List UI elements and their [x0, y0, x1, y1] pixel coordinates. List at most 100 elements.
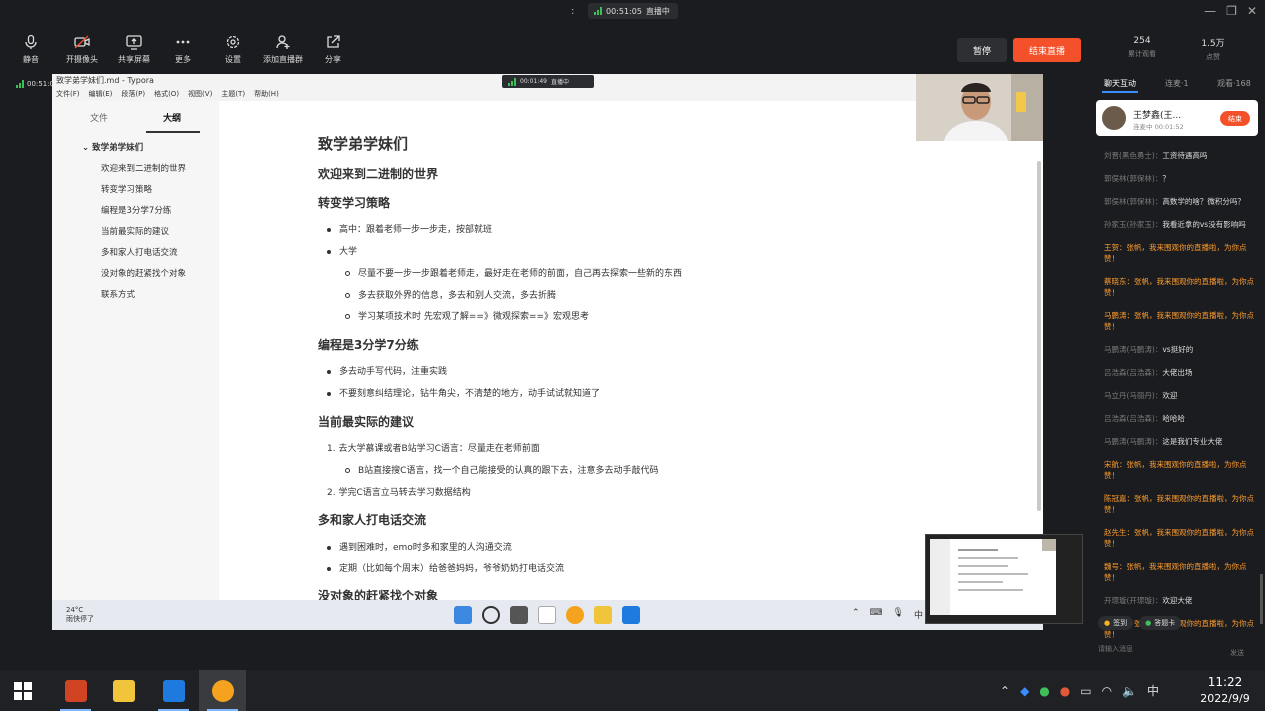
doc-list-item: 遇到困难时，emo时多和家里的人沟通交流 [327, 540, 512, 553]
inner-live-status: 直播中 [550, 79, 569, 86]
settings-button[interactable]: 设置 [208, 34, 258, 65]
file-explorer-app[interactable] [100, 670, 147, 711]
menu-dot[interactable]: : [571, 6, 574, 17]
more-button[interactable]: 更多 [158, 34, 208, 65]
restore-icon[interactable]: ❐ [1226, 4, 1237, 18]
doc-scrollbar[interactable] [1037, 161, 1041, 511]
outline-item[interactable]: 编程是3分学7分练 [82, 204, 186, 216]
chat-author[interactable]: 马鹏涛(马鹏涛)： [1104, 437, 1162, 446]
chat-author[interactable]: 赵先生： [1104, 528, 1134, 537]
feishu-icon[interactable] [622, 606, 640, 624]
powerpoint-app[interactable] [52, 670, 99, 711]
outline-item[interactable]: 多和家人打电话交流 [82, 246, 186, 258]
minimize-icon[interactable]: — [1204, 4, 1216, 18]
pause-button[interactable]: 暂停 [957, 38, 1007, 62]
camera-off-icon [74, 35, 90, 49]
document-editor[interactable]: 致学弟学妹们 欢迎来到二进制的世界 转变学习策略 高中：跟着老师一步一步走，按部… [219, 101, 1043, 603]
chat-input[interactable]: 请输入消息 [1098, 644, 1133, 654]
chevron-up-icon[interactable]: ⌃ [852, 608, 860, 621]
outline-tree: ⌄ 致学弟学妹们 欢迎来到二进制的世界 转变学习策略 编程是3分学7分练 当前最… [82, 141, 186, 309]
windows-start-icon[interactable] [14, 682, 32, 700]
chat-author[interactable]: 吕浩森(吕浩森)： [1104, 368, 1162, 377]
typora-icon[interactable] [538, 606, 556, 624]
windows-start-icon[interactable] [454, 606, 472, 624]
menu-help[interactable]: 帮助(H) [254, 87, 279, 101]
add-group-button[interactable]: 添加直播群 [258, 34, 308, 65]
outline-item[interactable]: 欢迎来到二进制的世界 [82, 162, 186, 174]
chat-text: 欢迎大佬 [1162, 596, 1193, 605]
chat-message: 王贺：张帆，我来围观你的直播啦，为你点赞！ [1104, 242, 1260, 264]
feishu-app[interactable] [150, 670, 197, 711]
keyboard-icon[interactable]: ⌨ [870, 608, 883, 621]
window-controls: — ❐ ✕ [1204, 4, 1257, 18]
live-app[interactable] [199, 670, 246, 711]
menu-edit[interactable]: 编辑(E) [89, 87, 113, 101]
outline-item[interactable]: 联系方式 [82, 288, 186, 300]
wifi-icon[interactable]: ◠ [1102, 684, 1112, 698]
chat-author[interactable]: 刘晋(黑色勇士)： [1104, 151, 1162, 160]
end-co-host-button[interactable]: 结束 [1220, 111, 1250, 126]
answer-card-button[interactable]: ● 答题卡 [1139, 616, 1182, 630]
chat-author[interactable]: 陈冠嘉： [1104, 494, 1134, 503]
chat-author[interactable]: 郭俣林(郭保林)： [1104, 174, 1162, 183]
tab-co-host[interactable]: 连麦·1 [1165, 78, 1189, 89]
chat-author[interactable]: 孙家玉(孙家玉)： [1104, 220, 1162, 229]
doc-title: 致学弟学妹们 [318, 135, 409, 153]
share-screen-button[interactable]: 共享屏幕 [109, 34, 159, 65]
chat-author[interactable]: 郭俣林(郭保林)： [1104, 197, 1162, 206]
chat-text: 哈哈哈 [1162, 414, 1185, 423]
battery-icon[interactable]: ▭ [1080, 684, 1091, 698]
weather-widget[interactable]: 24°C 雨快停了 [66, 606, 94, 624]
menu-paragraph[interactable]: 段落(P) [121, 87, 145, 101]
outline-item[interactable]: 转变学习策略 [82, 183, 186, 195]
ime-indicator[interactable]: 中 [914, 608, 923, 621]
live-app-icon[interactable] [566, 606, 584, 624]
close-icon[interactable]: ✕ [1247, 4, 1257, 18]
send-button[interactable]: 发送 [1230, 648, 1244, 658]
camera-button[interactable]: 开摄像头 [57, 34, 107, 65]
tab-viewers[interactable]: 观看·168 [1217, 78, 1251, 89]
outline-root[interactable]: ⌄ 致学弟学妹们 [82, 141, 186, 153]
chat-author[interactable]: 马立丹(马丽丹)： [1104, 391, 1162, 400]
chat-author[interactable]: 宋航： [1104, 460, 1127, 469]
outline-item[interactable]: 没对象的赶紧找个对象 [82, 267, 186, 279]
chat-author[interactable]: 蔡晓东： [1104, 277, 1134, 286]
system-clock[interactable]: 11:22 2022/9/9 [1190, 675, 1260, 705]
co-host-card: 王梦鑫(王... 连麦中 00:01:52 结束 [1096, 100, 1258, 136]
chat-author[interactable]: 马鹏涛(马鹏涛)： [1104, 345, 1162, 354]
chat-author[interactable]: 吕浩森(吕浩森)： [1104, 414, 1162, 423]
menu-view[interactable]: 视图(V) [188, 87, 212, 101]
chat-scrollbar[interactable] [1260, 574, 1263, 624]
screen-preview-thumbnail[interactable] [925, 534, 1083, 624]
chat-author[interactable]: 开璟璇(开璟璇)： [1104, 596, 1162, 605]
doc-sublist-item: 学习某项技术时 先宏观了解==》微观探索==》宏观思考 [345, 309, 589, 322]
end-live-button[interactable]: 结束直播 [1013, 38, 1081, 62]
app-tray-icon[interactable]: ● [1060, 684, 1070, 698]
mute-button[interactable]: 静音 [6, 34, 56, 65]
tab-outline[interactable]: 大纲 [163, 111, 181, 124]
file-explorer-icon[interactable] [594, 606, 612, 624]
folder-icon [112, 679, 135, 702]
menu-theme[interactable]: 主题(T) [221, 87, 245, 101]
chat-author[interactable]: 王贺： [1104, 243, 1127, 252]
chat-author[interactable]: 魏号： [1104, 562, 1127, 571]
search-icon[interactable] [482, 606, 500, 624]
task-view-icon[interactable] [510, 606, 528, 624]
menu-file[interactable]: 文件(F) [56, 87, 80, 101]
inner-taskbar: 24°C 雨快停了 ⌃ ⌨ 🎙 中 [52, 600, 1043, 630]
mic-tray-icon[interactable]: 🎙 [893, 608, 904, 621]
share-button[interactable]: 分享 [308, 34, 358, 65]
menu-format[interactable]: 格式(O) [154, 87, 179, 101]
wechat-icon[interactable]: ● [1039, 684, 1049, 698]
feishu-tray-icon[interactable]: ◆ [1020, 684, 1029, 698]
outline-item[interactable]: 当前最实际的建议 [82, 225, 186, 237]
chat-message: 郭俣林(郭保林)：高数学的啥？微积分吗？ [1104, 196, 1260, 207]
ime-indicator[interactable]: 中 [1147, 682, 1159, 699]
co-host-status: 连麦中 00:01:52 [1133, 123, 1184, 131]
tab-files[interactable]: 文件 [90, 111, 108, 124]
volume-icon[interactable]: 🔈 [1122, 684, 1137, 698]
chat-author[interactable]: 马鹏涛： [1104, 311, 1134, 320]
tab-chat[interactable]: 聊天互动 [1104, 78, 1136, 89]
signin-button[interactable]: ● 签到 [1098, 616, 1134, 630]
chevron-up-icon[interactable]: ⌃ [1000, 684, 1010, 698]
